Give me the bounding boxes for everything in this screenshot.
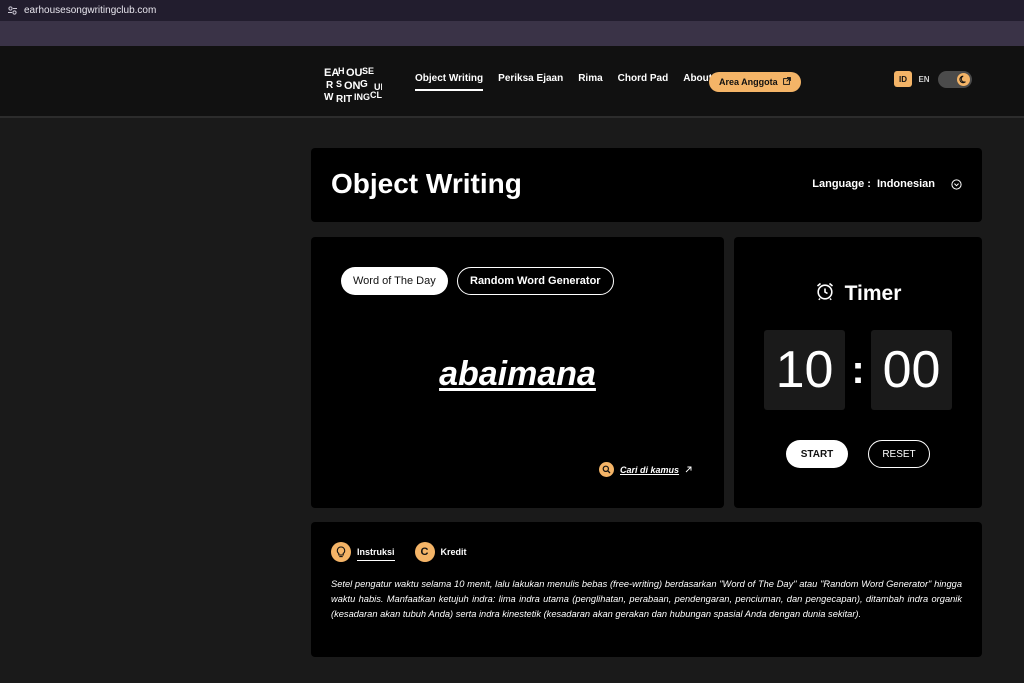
area-anggota-button[interactable]: Area Anggota <box>709 72 801 92</box>
url-text: earhousesongwritingclub.com <box>24 5 157 16</box>
info-card: Instruksi C Kredit Setel pengatur waktu … <box>311 522 982 657</box>
arrow-up-right-icon <box>685 465 692 475</box>
timer-heading: Timer <box>734 281 982 307</box>
tab-random-word-generator[interactable]: Random Word Generator <box>457 267 614 295</box>
nav-rima[interactable]: Rima <box>578 73 602 91</box>
tab-word-of-the-day[interactable]: Word of The Day <box>341 267 448 295</box>
svg-text:H: H <box>338 66 345 76</box>
language-selector[interactable]: Language : Indonesian <box>812 178 962 190</box>
svg-text:SE: SE <box>362 66 374 76</box>
svg-text:ON: ON <box>344 80 361 92</box>
svg-text:UB: UB <box>374 82 382 92</box>
moon-icon <box>957 73 970 86</box>
dictionary-link-label: Cari di kamus <box>620 464 680 475</box>
reset-button[interactable]: RESET <box>868 440 930 468</box>
timer-card: Timer 10 : 00 START RESET <box>734 237 982 508</box>
tab-kredit-label: Kredit <box>440 547 467 557</box>
page-title: Object Writing <box>331 168 522 199</box>
language-label: Language : <box>812 178 871 190</box>
nav-periksa-ejaan[interactable]: Periksa Ejaan <box>498 73 563 91</box>
browser-toolbar <box>0 21 1024 46</box>
site-header: EA H OU SE R S ON G W RIT ING CL UB Obje… <box>0 46 1024 118</box>
start-button[interactable]: START <box>786 440 848 468</box>
site-settings-icon[interactable] <box>6 5 18 17</box>
svg-text:RIT: RIT <box>336 94 352 104</box>
area-anggota-label: Area Anggota <box>719 77 778 87</box>
title-card: Object Writing Language : Indonesian <box>311 148 982 222</box>
svg-text:ING: ING <box>354 92 370 102</box>
main-nav: Object Writing Periksa Ejaan Rima Chord … <box>415 73 727 91</box>
external-link-icon <box>782 77 791 87</box>
nav-about[interactable]: About <box>683 73 712 91</box>
nav-chord-pad[interactable]: Chord Pad <box>618 73 669 91</box>
svg-text:R: R <box>326 80 334 91</box>
timer-display: 10 : 00 <box>764 330 952 410</box>
lightbulb-icon <box>331 542 351 562</box>
svg-text:S: S <box>336 79 342 89</box>
tab-instruksi[interactable]: Instruksi <box>331 542 395 562</box>
tab-kredit[interactable]: C Kredit <box>414 542 467 562</box>
copyright-icon: C <box>414 542 435 562</box>
browser-url-bar[interactable]: earhousesongwritingclub.com <box>0 0 1024 21</box>
word-card: Word of The Day Random Word Generator ab… <box>311 237 724 508</box>
nav-object-writing[interactable]: Object Writing <box>415 73 484 91</box>
lang-en-button[interactable]: EN <box>916 71 932 87</box>
dark-mode-toggle[interactable] <box>938 71 972 88</box>
timer-colon: : <box>851 347 865 392</box>
dictionary-link[interactable]: Cari di kamus <box>599 462 692 477</box>
language-value: Indonesian <box>876 178 935 190</box>
timer-seconds[interactable]: 00 <box>871 330 952 410</box>
alarm-clock-icon <box>815 281 835 307</box>
timer-title: Timer <box>844 282 902 305</box>
current-word: abaimana <box>439 355 596 393</box>
lang-id-button[interactable]: ID <box>894 71 912 87</box>
tab-instruksi-label: Instruksi <box>357 547 395 561</box>
chevron-down-icon <box>951 178 962 190</box>
search-icon <box>599 462 614 477</box>
svg-text:W: W <box>324 92 334 103</box>
site-logo[interactable]: EA H OU SE R S ON G W RIT ING CL UB <box>324 64 387 105</box>
instructions-text: Setel pengatur waktu selama 10 menit, la… <box>331 579 962 619</box>
info-tabs: Instruksi C Kredit <box>331 542 467 562</box>
timer-minutes[interactable]: 10 <box>764 330 845 410</box>
svg-text:OU: OU <box>346 67 363 79</box>
svg-text:G: G <box>360 79 368 90</box>
